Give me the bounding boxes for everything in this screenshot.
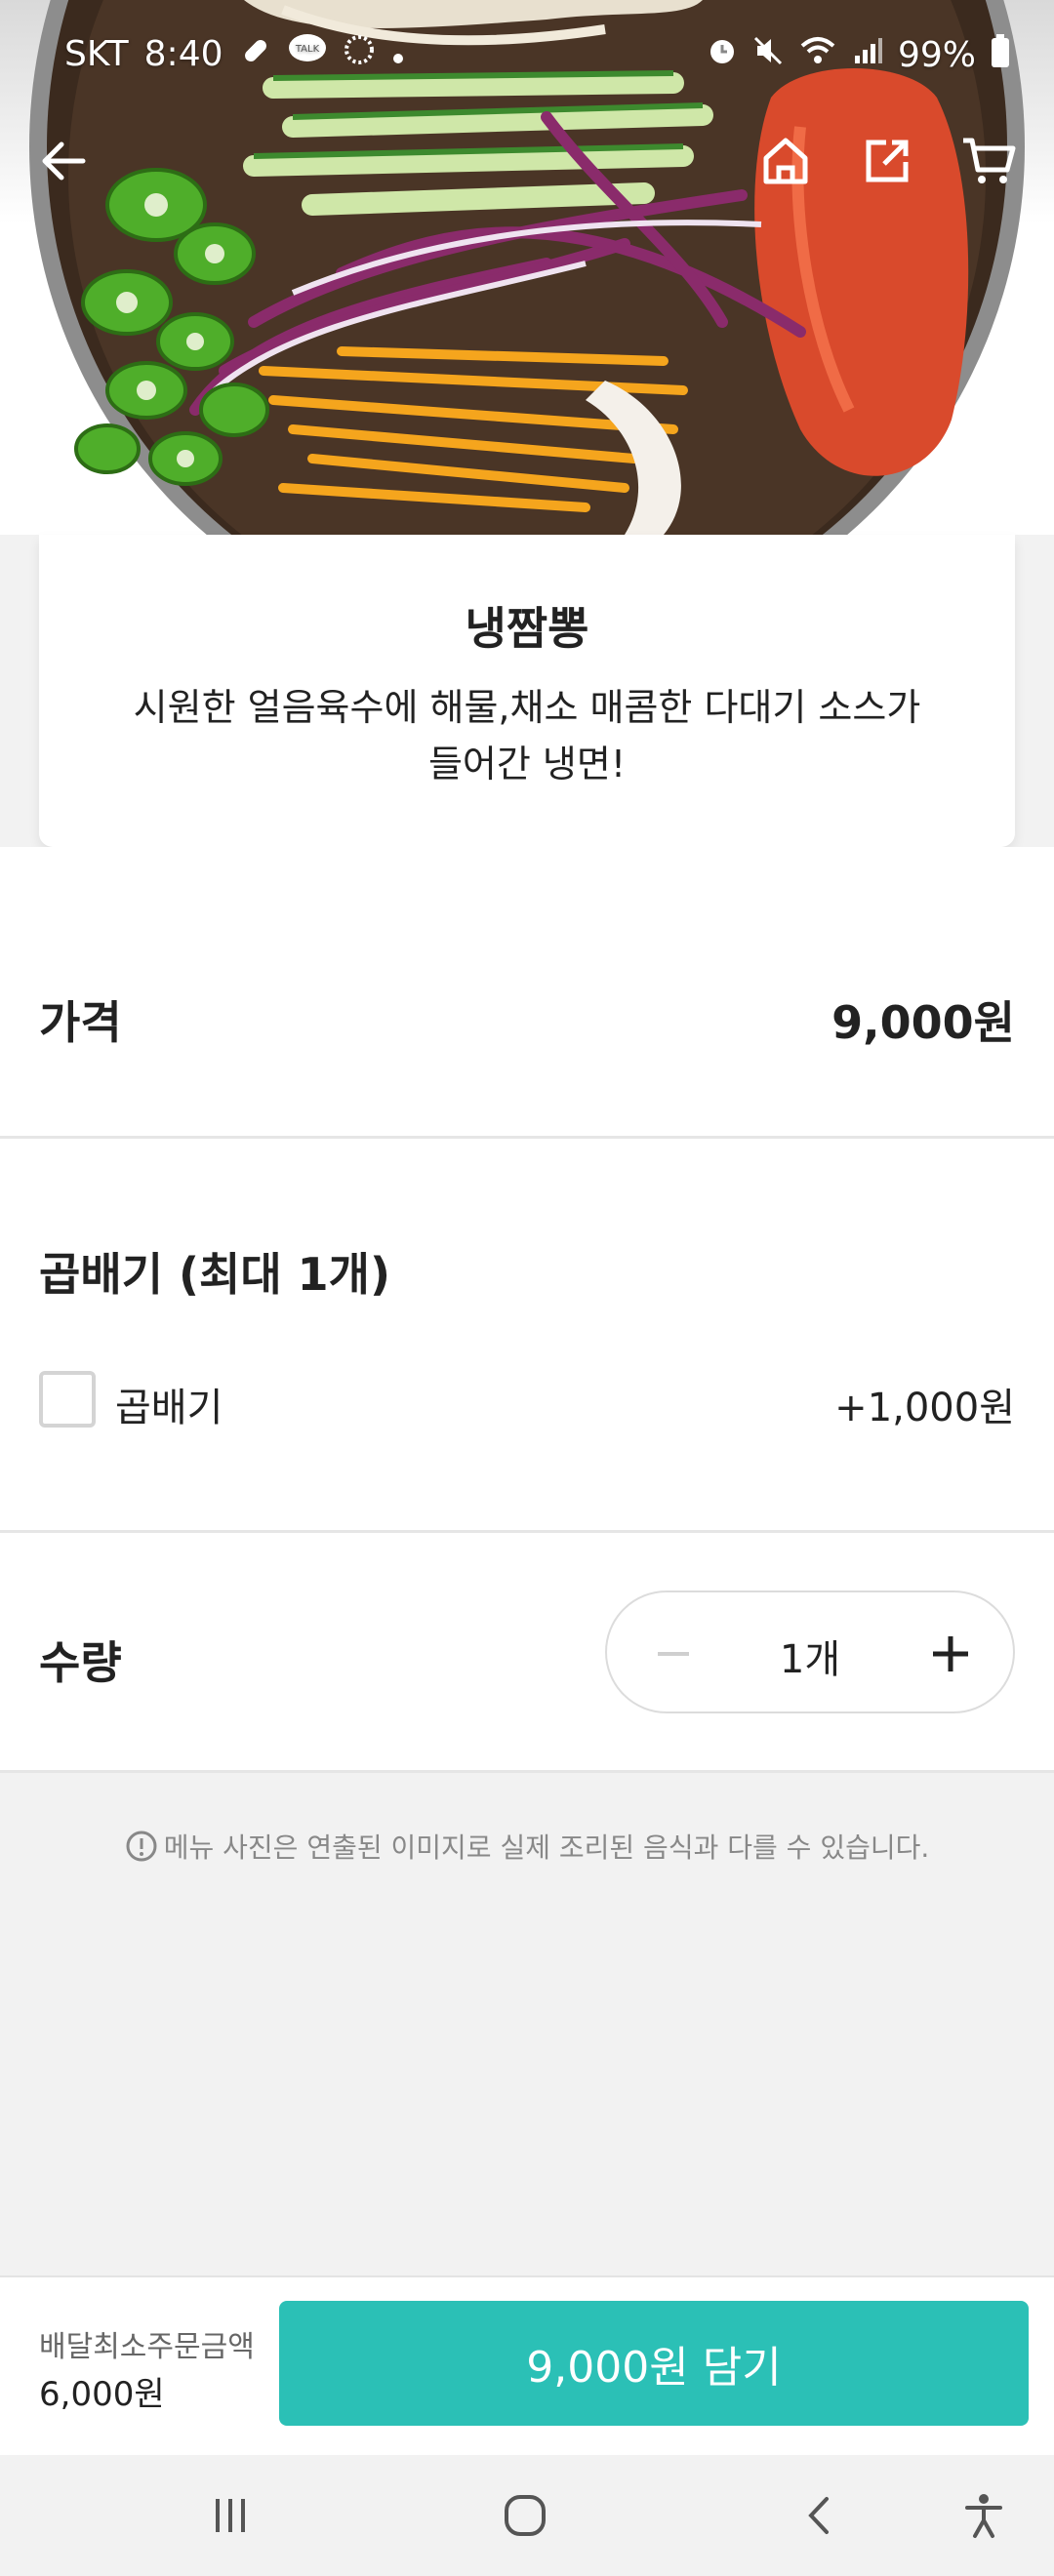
photo-notice: 메뉴 사진은 연출된 이미지로 실제 조리된 음식과 다를 수 있습니다. [0,1827,1054,1870]
loading-dots-icon [343,33,376,75]
menu-name: 냉짬뽕 [465,602,589,655]
min-order-label: 배달최소주문금액 [39,2330,255,2364]
menu-info-card: 냉짬뽕 시원한 얼음육수에 해물,채소 매콤한 다대기 소스가 들어간 냉면! [39,535,1015,847]
increase-button[interactable] [921,1625,980,1683]
chevron-left-icon [808,2497,829,2534]
min-order-value: 6,000원 [39,2375,165,2414]
quantity-stepper: 1개 [605,1590,1015,1713]
home-icon [763,138,808,184]
talk-badge-text: TALK [294,44,319,55]
home-circle-icon [505,2495,546,2536]
system-back-button[interactable] [789,2484,851,2547]
plus-icon [933,1636,968,1671]
cart-icon [963,138,1016,183]
accessibility-icon [965,2494,1002,2538]
alarm-icon [707,35,738,75]
info-icon [125,1830,158,1870]
system-navigation-bar [0,2455,1054,2576]
kakaotalk-icon: TALK [288,33,327,75]
option-checkbox[interactable] [39,1371,96,1428]
price-value: 9,000원 [831,996,1015,1049]
signal-icon [851,34,884,76]
battery-percent: 99% [897,35,976,75]
option-group-title: 곱배기 (최대 1개) [39,1248,391,1301]
dot-icon [391,34,405,74]
mute-icon [751,34,785,76]
status-bar: SKT 8:40 TALK 99% [0,0,1054,112]
add-to-cart-button[interactable]: 9,000원 담기 [279,2301,1029,2426]
option-section [0,1139,1054,1530]
pill-icon [239,33,272,75]
home-button[interactable] [751,127,820,195]
menu-description: 시원한 얼음육수에 해물,채소 매콤한 다대기 소스가 들어간 냉면! [133,686,921,785]
home-system-button[interactable] [494,2484,556,2547]
battery-icon [990,33,1011,77]
recent-apps-icon [216,2499,245,2532]
bottom-order-bar: 배달최소주문금액 6,000원 9,000원 담기 [0,2275,1054,2455]
back-button[interactable] [29,127,98,195]
carrier-label: SKT [64,34,129,74]
option-label[interactable]: 곱배기 [115,1376,223,1432]
share-icon [866,140,909,182]
accessibility-button[interactable] [953,2484,1015,2547]
cart-button[interactable] [954,127,1023,195]
notice-text: 메뉴 사진은 연출된 이미지로 실제 조리된 음식과 다를 수 있습니다. [163,1831,930,1864]
share-button[interactable] [853,127,921,195]
divider [0,1770,1054,1773]
price-label: 가격 [39,996,122,1049]
recent-apps-button[interactable] [199,2484,262,2547]
wifi-icon [798,34,837,76]
clock: 8:40 [143,34,223,74]
option-price: +1,000원 [834,1386,1015,1430]
back-arrow-icon [42,141,86,181]
quantity-label: 수량 [39,1636,122,1689]
